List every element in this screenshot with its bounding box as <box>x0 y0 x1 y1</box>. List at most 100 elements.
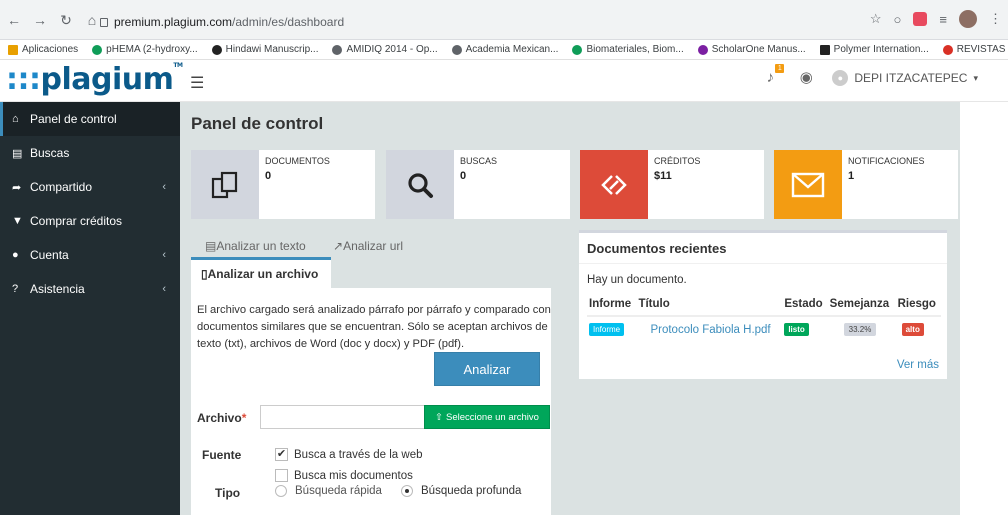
bookmark-item[interactable]: Academia Mexican... <box>451 44 558 55</box>
check-web-row[interactable]: ✔ Busca a través de la web <box>275 448 423 461</box>
header-actions: ♪ 1 ◉ ● DEPI ITZACATEPEC ▾ <box>760 64 978 88</box>
back-icon[interactable]: ← <box>6 12 22 29</box>
divider <box>579 263 947 264</box>
forward-icon[interactable]: → <box>32 12 48 29</box>
checkbox-web-checked[interactable]: ✔ <box>275 448 288 461</box>
stat-label: CRÉDITOS <box>654 156 701 166</box>
analizar-button[interactable]: Analizar <box>434 352 540 386</box>
sidebar-item-asistencia[interactable]: ? Asistencia ‹ <box>0 272 180 306</box>
user-icon: ● <box>12 249 19 261</box>
share-icon: ➦ <box>12 181 22 194</box>
browser-actions: ☆ ○ ≡ ⋮ <box>870 10 1002 28</box>
kebab-menu-icon[interactable]: ⋮ <box>989 11 1002 27</box>
stat-value: 0 <box>265 170 272 182</box>
search-icon <box>386 150 454 219</box>
stat-box-creditos[interactable]: CRÉDITOS $11 <box>580 150 764 219</box>
col-estado: Estado <box>782 295 828 317</box>
file-icon: ▯ <box>201 267 208 281</box>
user-menu[interactable]: ● DEPI ITZACATEPEC ▾ <box>832 70 978 86</box>
notification-badge: 1 <box>775 64 785 73</box>
bell-icon[interactable]: ♪ 1 <box>760 64 785 88</box>
page-title: Panel de control <box>191 114 324 133</box>
bookmark-item[interactable]: Polymer Internation... <box>819 44 929 55</box>
file-name-input[interactable] <box>260 405 426 429</box>
select-file-button[interactable]: ⇧ Seleccione un archivo <box>424 405 550 429</box>
sidebar: ⌂ Panel de control ▤ Buscas ➦ Compartido ‹ ▼… <box>0 102 180 515</box>
bookmark-item[interactable]: AMIDIQ 2014 - Op... <box>332 44 438 55</box>
informe-button[interactable]: Informe <box>589 323 625 336</box>
bookmark-item[interactable]: REVISTAS <box>942 44 1005 55</box>
home-icon[interactable]: ⌂ <box>84 12 100 29</box>
bookmark-favicon-icon <box>211 44 222 55</box>
sidebar-item-comprar-creditos[interactable]: ▼ Comprar créditos <box>0 204 180 238</box>
bookmark-favicon-icon <box>819 44 830 55</box>
tab-analizar-archivo[interactable]: ▯Analizar un archivo <box>191 260 331 288</box>
table-header-row: Informe Título Estado Semejanza Riesgo <box>587 295 941 317</box>
recent-documents-table: Informe Título Estado Semejanza Riesgo I… <box>587 295 941 342</box>
browser-nav: ← → ↻ ⌂ <box>6 12 100 29</box>
sidebar-item-compartido[interactable]: ➦ Compartido ‹ <box>0 170 180 204</box>
bookmark-favicon-icon <box>697 44 708 55</box>
bookmark-item[interactable]: pHEMA (2-hydroxy... <box>92 44 198 55</box>
tab-analizar-texto[interactable]: ▤Analizar un texto <box>205 239 306 253</box>
home-icon: ⌂ <box>12 113 19 125</box>
bookmarks-bar: Aplicaciones pHEMA (2-hydroxy... Hindawi… <box>0 40 1008 60</box>
check-docs-row[interactable]: Busca mis documentos <box>275 469 413 482</box>
tab-analizar-url[interactable]: ↗Analizar url <box>333 239 403 253</box>
reload-icon[interactable]: ↻ <box>58 12 74 29</box>
stat-box-documentos[interactable]: DOCUMENTOS 0 <box>191 150 375 219</box>
radio-rapida[interactable] <box>275 485 287 497</box>
sidebar-item-panel-de-control[interactable]: ⌂ Panel de control <box>0 102 180 136</box>
document-title-link[interactable]: Protocolo Fabiola H.pdf <box>650 324 770 336</box>
status-badge: listo <box>784 323 809 336</box>
globe-icon <box>332 44 343 55</box>
bookmark-item[interactable]: Biomateriales, Biom... <box>572 44 684 55</box>
bookmark-item[interactable]: Hindawi Manuscrip... <box>211 44 318 55</box>
external-link-icon: ↗ <box>333 239 344 253</box>
plagium-logo[interactable]: :::plagiumTM <box>6 62 183 97</box>
stat-box-notificaciones[interactable]: NOTIFICACIONES 1 <box>774 150 958 219</box>
fuente-label: Fuente <box>202 448 242 462</box>
google-icon <box>942 44 953 55</box>
recent-subtitle: Hay un documento. <box>587 274 687 286</box>
sidebar-item-buscas[interactable]: ▤ Buscas <box>0 136 180 170</box>
stat-label: BUSCAS <box>460 156 498 166</box>
url-path: /admin/es/dashboard <box>232 15 345 29</box>
stat-value: $11 <box>654 170 672 182</box>
upload-icon: ⇧ <box>435 411 443 423</box>
bookmark-item[interactable]: Aplicaciones <box>8 44 78 55</box>
credits-icon <box>580 150 648 219</box>
sidebar-item-cuenta[interactable]: ● Cuenta ‹ <box>0 238 180 272</box>
help-icon: ? <box>12 283 19 295</box>
radio-profunda-row[interactable]: Búsqueda profunda <box>401 485 521 497</box>
ver-mas-link[interactable]: Ver más <box>897 359 939 371</box>
archivo-label: Archivo* <box>197 411 247 425</box>
stat-box-buscas[interactable]: BUSCAS 0 <box>386 150 570 219</box>
file-description: El archivo cargado será analizado párraf… <box>197 304 551 350</box>
radio-rapida-row[interactable]: Búsqueda rápida <box>275 485 382 497</box>
hamburger-menu-icon[interactable]: ☰ <box>190 73 204 93</box>
address-bar[interactable]: premium.plagium.com/admin/es/dashboard <box>100 14 344 30</box>
recent-documents-box: Documentos recientes Hay un documento. I… <box>579 230 947 379</box>
risk-badge: alto <box>901 323 924 336</box>
file-icon: ▤ <box>12 147 23 160</box>
recent-title: Documentos recientes <box>587 241 727 256</box>
menu-list-icon[interactable]: ≡ <box>939 12 947 27</box>
language-icon[interactable]: ◉ <box>796 68 816 88</box>
table-row: Informe Protocolo Fabiola H.pdf listo 33… <box>587 315 941 342</box>
similarity-badge: 33.2% <box>843 323 877 336</box>
documents-icon <box>191 150 259 219</box>
radio-profunda-selected[interactable] <box>401 485 413 497</box>
chevron-left-icon: ‹ <box>162 283 166 295</box>
profile-avatar[interactable] <box>959 10 977 28</box>
extension-icon[interactable] <box>913 12 928 26</box>
extension-circle-icon[interactable]: ○ <box>894 12 902 27</box>
main-content: Panel de control DOCUMENTOS 0 BUSCAS 0 C… <box>180 102 960 515</box>
lock-icon <box>100 17 108 27</box>
bookmark-item[interactable]: ScholarOne Manus... <box>697 44 806 55</box>
bookmark-favicon-icon <box>92 44 103 55</box>
checkbox-docs[interactable] <box>275 469 288 482</box>
col-informe: Informe <box>587 295 637 317</box>
col-semejanza: Semejanza <box>827 295 896 317</box>
star-icon[interactable]: ☆ <box>870 11 882 27</box>
